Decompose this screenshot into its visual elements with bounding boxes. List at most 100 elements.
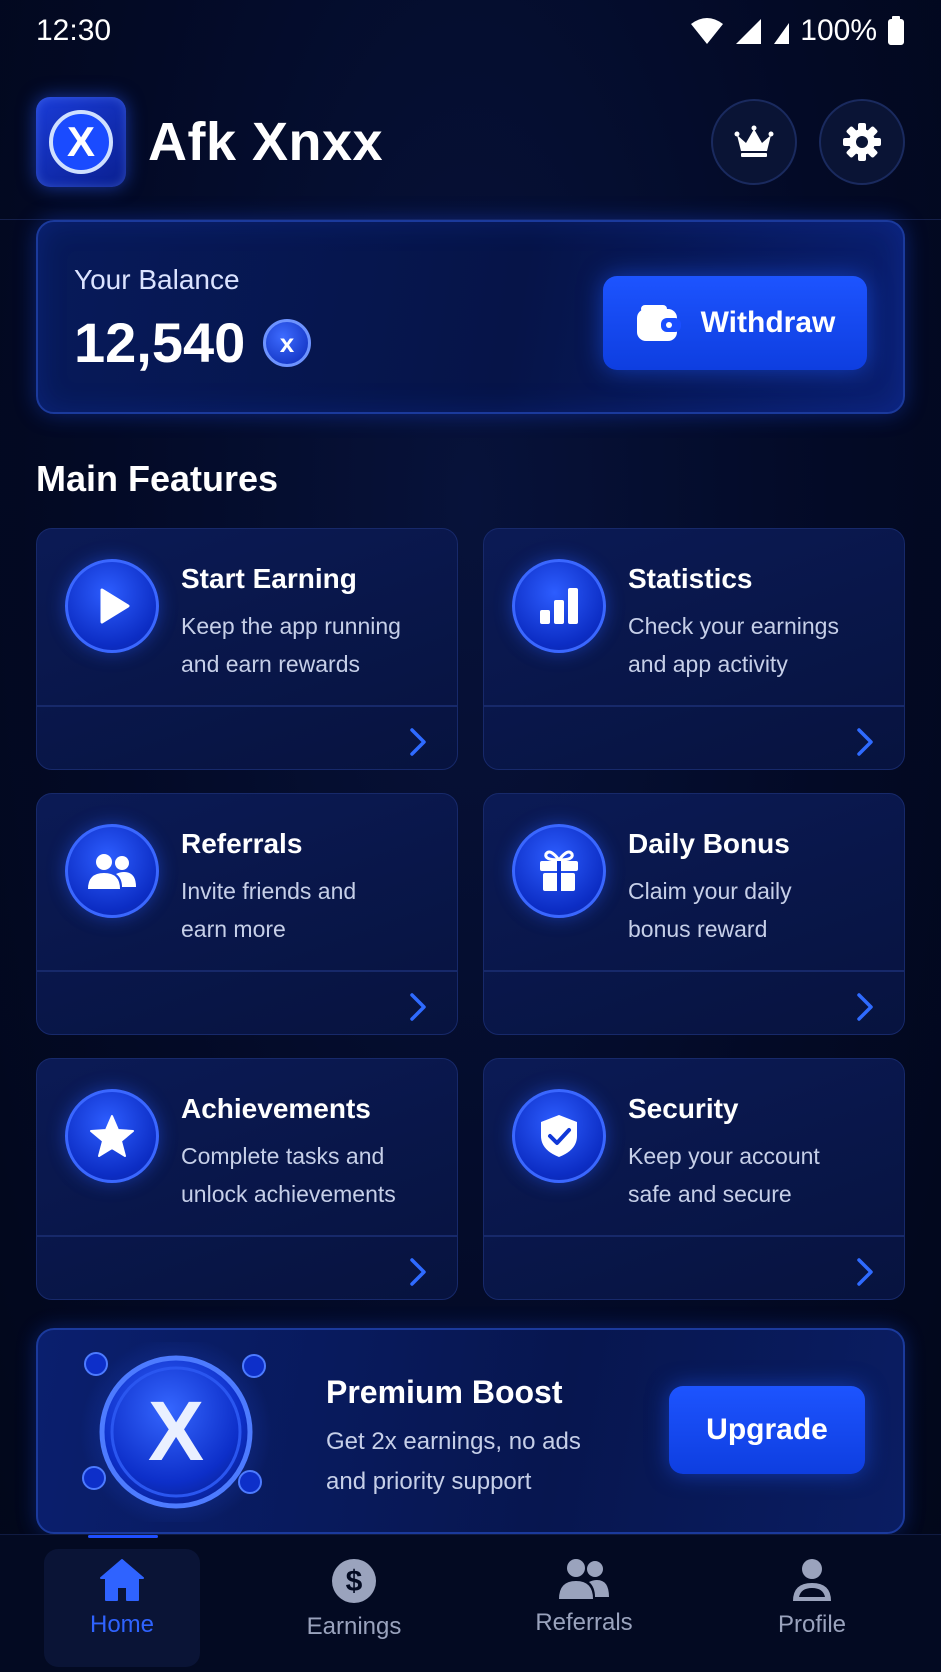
x-logo-icon: X	[49, 110, 113, 174]
withdraw-button[interactable]: Withdraw	[603, 276, 867, 370]
feature-divider	[37, 705, 457, 707]
feature-description: Claim your daily bonus reward	[628, 872, 890, 948]
header-actions	[711, 99, 905, 185]
chevron-right-icon[interactable]	[854, 990, 876, 1024]
wallet-icon	[636, 305, 681, 341]
battery-icon	[888, 16, 904, 45]
main-features-title: Main Features	[36, 458, 279, 499]
crown-icon	[734, 125, 774, 157]
svg-text:$: $	[346, 1565, 363, 1598]
feature-title: Statistics	[628, 563, 753, 594]
chevron-right-icon[interactable]	[854, 1255, 876, 1289]
feature-desc-line: Claim your daily	[628, 878, 792, 904]
gear-icon	[843, 123, 881, 161]
shield-check-icon	[541, 1115, 577, 1157]
feature-card-security[interactable]: Security Keep your account safe and secu…	[483, 1058, 905, 1300]
feature-description: Check your earnings and app activity	[628, 607, 890, 683]
feature-desc-line: Keep the app running	[181, 613, 401, 639]
nav-active-indicator	[88, 1535, 158, 1538]
feature-icon-badge	[65, 1089, 159, 1183]
feature-desc-line: Complete tasks and	[181, 1143, 385, 1169]
feature-desc-line: safe and secure	[628, 1181, 792, 1207]
status-icons: 100%	[690, 14, 905, 48]
feature-card-start-earning[interactable]: Start Earning Keep the app running and e…	[36, 528, 458, 770]
nav-label: Profile	[777, 1611, 847, 1638]
feature-desc-line: unlock achievements	[181, 1181, 396, 1207]
feature-description: Invite friends and earn more	[181, 872, 443, 948]
balance-value-row: 12,540 x	[74, 310, 312, 375]
feature-divider	[484, 1235, 904, 1237]
bar-chart-icon	[540, 588, 578, 624]
nav-item-earnings[interactable]: $ Earnings	[254, 1557, 454, 1661]
cellular-signal-icon	[736, 19, 762, 44]
user-icon	[793, 1559, 831, 1601]
withdraw-label: Withdraw	[700, 306, 836, 339]
feature-card-statistics[interactable]: Statistics Check your earnings and app a…	[483, 528, 905, 770]
premium-desc-line: and priority support	[326, 1468, 532, 1495]
settings-button[interactable]	[819, 99, 905, 185]
feature-icon-badge	[512, 1089, 606, 1183]
app-header: X Afk Xnxx	[36, 97, 905, 187]
nav-item-referrals[interactable]: Referrals	[484, 1557, 684, 1661]
premium-title: Premium Boost	[326, 1374, 563, 1410]
coin-letter: x	[280, 328, 295, 358]
bottom-navigation: Home $ Earnings Referrals Profile	[0, 1534, 941, 1672]
app-logo: X	[36, 97, 126, 187]
premium-coin-letter: X	[148, 1384, 204, 1478]
feature-desc-line: bonus reward	[628, 916, 768, 942]
feature-desc-line: and app activity	[628, 651, 788, 677]
nav-label: Earnings	[306, 1613, 402, 1640]
feature-desc-line: Check your earnings	[628, 613, 839, 639]
chevron-right-icon[interactable]	[407, 1255, 429, 1289]
chevron-right-icon[interactable]	[854, 725, 876, 759]
feature-card-referrals[interactable]: Referrals Invite friends and earn more	[36, 793, 458, 1035]
balance-label: Your Balance	[74, 264, 240, 295]
cellular-signal-2-icon	[774, 23, 790, 44]
premium-crown-button[interactable]	[711, 99, 797, 185]
users-icon	[88, 854, 136, 889]
feature-title: Daily Bonus	[628, 828, 790, 859]
feature-divider	[37, 970, 457, 972]
feature-icon-badge	[512, 559, 606, 653]
premium-description: Get 2x earnings, no ads and priority sup…	[326, 1422, 626, 1502]
feature-description: Keep your account safe and secure	[628, 1137, 890, 1213]
feature-icon-badge	[65, 824, 159, 918]
feature-description: Keep the app running and earn rewards	[181, 607, 443, 683]
premium-boost-card: X Premium Boost Get 2x earnings, no ads …	[36, 1328, 905, 1534]
chevron-right-icon[interactable]	[407, 725, 429, 759]
app-title: Afk Xnxx	[148, 112, 384, 172]
feature-description: Complete tasks and unlock achievements	[181, 1137, 443, 1213]
battery-percent: 100%	[800, 14, 877, 47]
feature-divider	[484, 705, 904, 707]
feature-icon-badge	[65, 559, 159, 653]
nav-item-home[interactable]: Home	[22, 1557, 222, 1661]
premium-desc-line: Get 2x earnings, no ads	[326, 1428, 581, 1455]
logo-letter: X	[67, 118, 95, 165]
home-icon	[100, 1559, 144, 1601]
feature-divider	[484, 970, 904, 972]
feature-divider	[37, 1235, 457, 1237]
nav-label: Referrals	[535, 1609, 633, 1636]
upgrade-button[interactable]: Upgrade	[669, 1386, 865, 1474]
feature-card-achievements[interactable]: Achievements Complete tasks and unlock a…	[36, 1058, 458, 1300]
feature-title: Start Earning	[181, 563, 357, 594]
feature-desc-line: Keep your account	[628, 1143, 820, 1169]
play-icon	[100, 588, 130, 624]
nav-label: Home	[89, 1611, 155, 1638]
star-icon	[90, 1115, 134, 1157]
balance-value: 12,540	[74, 311, 246, 374]
status-bar: 12:30 100%	[0, 0, 941, 62]
feature-title: Security	[628, 1093, 739, 1124]
wifi-icon	[691, 18, 724, 44]
feature-desc-line: and earn rewards	[181, 651, 360, 677]
users-icon	[559, 1559, 609, 1599]
gift-icon	[540, 850, 578, 891]
feature-card-daily-bonus[interactable]: Daily Bonus Claim your daily bonus rewar…	[483, 793, 905, 1035]
dollar-icon: $	[332, 1559, 376, 1603]
coin-x-icon: x	[280, 328, 295, 358]
status-time: 12:30	[36, 14, 112, 47]
feature-desc-line: earn more	[181, 916, 286, 942]
chevron-right-icon[interactable]	[407, 990, 429, 1024]
nav-item-profile[interactable]: Profile	[712, 1557, 912, 1661]
premium-coin-illustration: X	[80, 1342, 272, 1522]
